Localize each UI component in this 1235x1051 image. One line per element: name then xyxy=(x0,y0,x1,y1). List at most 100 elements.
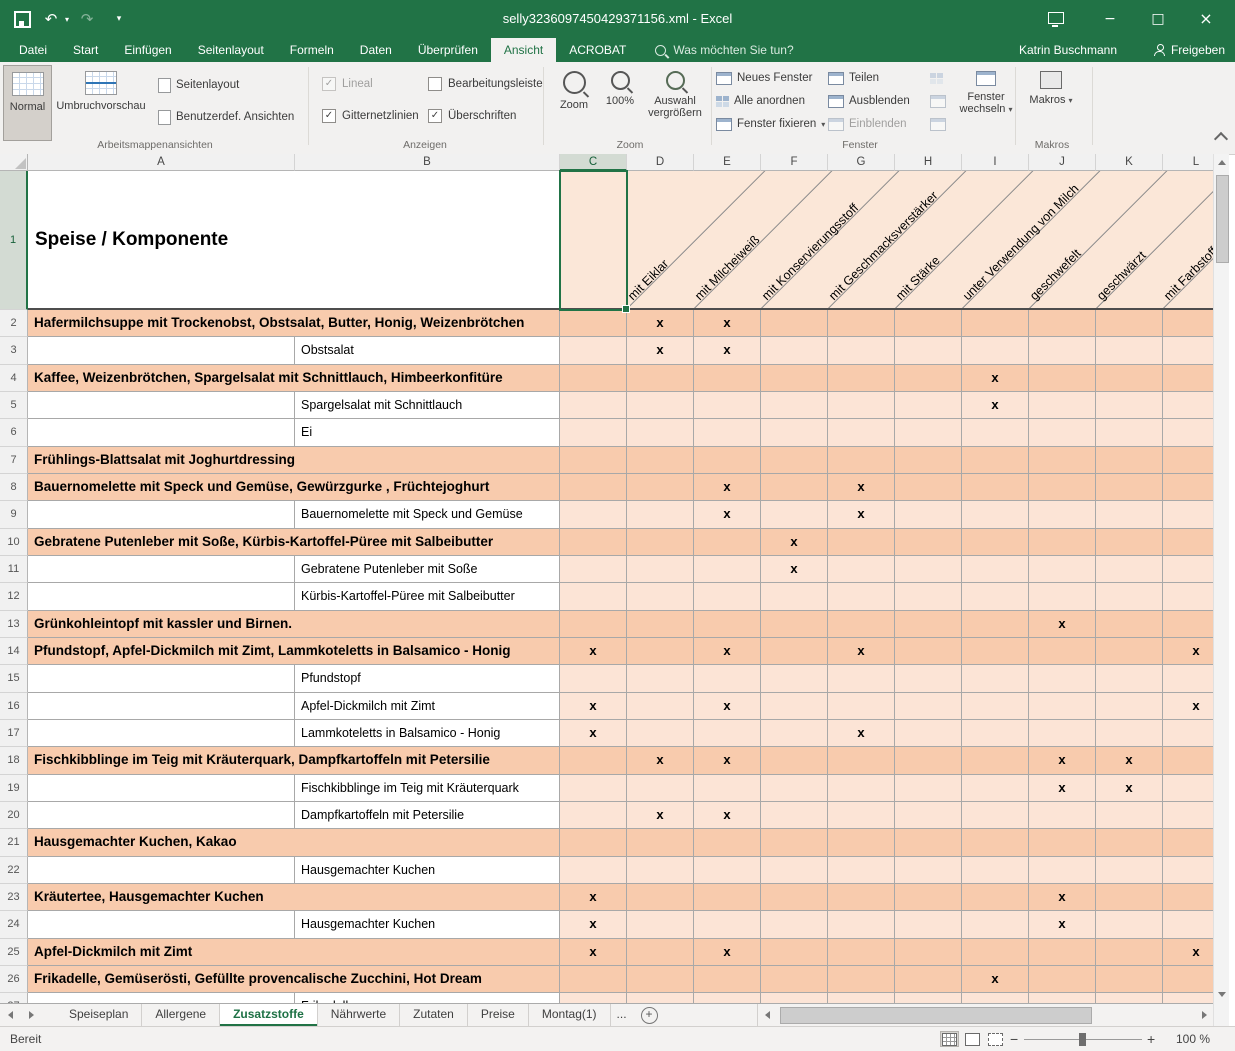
cell-I20[interactable] xyxy=(962,802,1029,829)
cell-C19[interactable] xyxy=(560,775,627,802)
cell-I7[interactable] xyxy=(962,447,1029,474)
cell-H19[interactable] xyxy=(895,775,962,802)
cell-C15[interactable] xyxy=(560,665,627,692)
cell-C21[interactable] xyxy=(560,829,627,856)
cell-E22[interactable] xyxy=(694,857,761,884)
vertical-scrollbar[interactable] xyxy=(1213,154,1229,1003)
cell-F7[interactable] xyxy=(761,447,828,474)
cell-C2[interactable] xyxy=(560,310,627,337)
cell-D7[interactable] xyxy=(627,447,694,474)
cell-J3[interactable] xyxy=(1029,337,1096,364)
cell-E5[interactable] xyxy=(694,392,761,419)
sheet-tab-zutaten[interactable]: Zutaten xyxy=(400,1004,468,1026)
cell-J13[interactable]: x xyxy=(1029,611,1096,638)
cell-I23[interactable] xyxy=(962,884,1029,911)
checkbox-überschriften[interactable]: ✓Überschriften xyxy=(428,104,543,128)
cell-E4[interactable] xyxy=(694,365,761,392)
cell-J27[interactable] xyxy=(1029,993,1096,1003)
normal-view-shortcut[interactable] xyxy=(940,1031,959,1047)
cell-L25[interactable]: x xyxy=(1163,939,1213,966)
tell-me-search[interactable]: Was möchten Sie tun? xyxy=(655,38,793,62)
cell-C8[interactable] xyxy=(560,474,627,501)
cell-K12[interactable] xyxy=(1096,583,1163,610)
cell-E25[interactable]: x xyxy=(694,939,761,966)
cell-D15[interactable] xyxy=(627,665,694,692)
cell-K27[interactable] xyxy=(1096,993,1163,1003)
cell-H25[interactable] xyxy=(895,939,962,966)
cell-I19[interactable] xyxy=(962,775,1029,802)
cell-G7[interactable] xyxy=(828,447,895,474)
cell-C24[interactable]: x xyxy=(560,911,627,938)
sheet-tab-montag-1[interactable]: Montag(1) xyxy=(529,1004,611,1026)
cell-K10[interactable] xyxy=(1096,529,1163,556)
cell-C9[interactable] xyxy=(560,501,627,528)
cell-K24[interactable] xyxy=(1096,911,1163,938)
cell-B3[interactable]: Obstsalat xyxy=(295,337,560,364)
switch-windows-button[interactable]: Fenster wechseln ▾ xyxy=(958,65,1014,139)
cell-G22[interactable] xyxy=(828,857,895,884)
row-header-27[interactable]: 27 xyxy=(0,993,28,1003)
column-header-G[interactable]: G xyxy=(828,154,895,171)
cell-L12[interactable] xyxy=(1163,583,1213,610)
checkbox-bearbeitungsleiste[interactable]: Bearbeitungsleiste xyxy=(428,72,543,96)
cell-J21[interactable] xyxy=(1029,829,1096,856)
cell-C4[interactable] xyxy=(560,365,627,392)
cell-E23[interactable] xyxy=(694,884,761,911)
cell-I15[interactable] xyxy=(962,665,1029,692)
display-settings-button[interactable] xyxy=(1037,0,1075,38)
cell-J18[interactable]: x xyxy=(1029,747,1096,774)
cell-L19[interactable] xyxy=(1163,775,1213,802)
cell-L23[interactable] xyxy=(1163,884,1213,911)
cell-L6[interactable] xyxy=(1163,419,1213,446)
cell-G21[interactable] xyxy=(828,829,895,856)
cell-G17[interactable]: x xyxy=(828,720,895,747)
row-header-15[interactable]: 15 xyxy=(0,665,28,692)
row-header-2[interactable]: 2 xyxy=(0,310,28,337)
column-header-E[interactable]: E xyxy=(694,154,761,171)
cell-H24[interactable] xyxy=(895,911,962,938)
cell-D6[interactable] xyxy=(627,419,694,446)
cell-K3[interactable] xyxy=(1096,337,1163,364)
cell-A14[interactable]: Pfundstopf, Apfel-Dickmilch mit Zimt, La… xyxy=(28,638,560,665)
cell-B9[interactable]: Bauernomelette mit Speck und Gemüse xyxy=(295,501,560,528)
cell-A27[interactable] xyxy=(28,993,295,1003)
cell-K23[interactable] xyxy=(1096,884,1163,911)
cell-F19[interactable] xyxy=(761,775,828,802)
cell-H6[interactable] xyxy=(895,419,962,446)
cell-D23[interactable] xyxy=(627,884,694,911)
cell-G13[interactable] xyxy=(828,611,895,638)
normal-view-button[interactable]: Normal xyxy=(3,65,52,141)
cell-G8[interactable]: x xyxy=(828,474,895,501)
cell-K2[interactable] xyxy=(1096,310,1163,337)
row-header-17[interactable]: 17 xyxy=(0,720,28,747)
column-header-K[interactable]: K xyxy=(1096,154,1163,171)
cell-A2[interactable]: Hafermilchsuppe mit Trockenobst, Obstsal… xyxy=(28,310,560,337)
cell-H17[interactable] xyxy=(895,720,962,747)
cell-F22[interactable] xyxy=(761,857,828,884)
collapse-ribbon-button[interactable] xyxy=(1216,134,1226,144)
cell-J11[interactable] xyxy=(1029,556,1096,583)
cell-K5[interactable] xyxy=(1096,392,1163,419)
cell-F27[interactable] xyxy=(761,993,828,1003)
row-header-3[interactable]: 3 xyxy=(0,337,28,364)
cell-B12[interactable]: Kürbis-Kartoffel-Püree mit Salbeibutter xyxy=(295,583,560,610)
cell-L15[interactable] xyxy=(1163,665,1213,692)
cell-H15[interactable] xyxy=(895,665,962,692)
cell-J8[interactable] xyxy=(1029,474,1096,501)
freeze-panes-button[interactable]: Fenster fixieren ▾ xyxy=(716,114,825,134)
cell-K9[interactable] xyxy=(1096,501,1163,528)
unhide-button[interactable]: Einblenden xyxy=(828,114,907,134)
cell-D22[interactable] xyxy=(627,857,694,884)
cell-J26[interactable] xyxy=(1029,966,1096,993)
cell-C17[interactable]: x xyxy=(560,720,627,747)
cell-A18[interactable]: Fischkibblinge im Teig mit Kräuterquark,… xyxy=(28,747,560,774)
cell-C13[interactable] xyxy=(560,611,627,638)
cell-K7[interactable] xyxy=(1096,447,1163,474)
cell-J17[interactable] xyxy=(1029,720,1096,747)
cell-F5[interactable] xyxy=(761,392,828,419)
cell-A19[interactable] xyxy=(28,775,295,802)
cell-B20[interactable]: Dampfkartoffeln mit Petersilie xyxy=(295,802,560,829)
cell-H23[interactable] xyxy=(895,884,962,911)
cell-J20[interactable] xyxy=(1029,802,1096,829)
cell-C3[interactable] xyxy=(560,337,627,364)
